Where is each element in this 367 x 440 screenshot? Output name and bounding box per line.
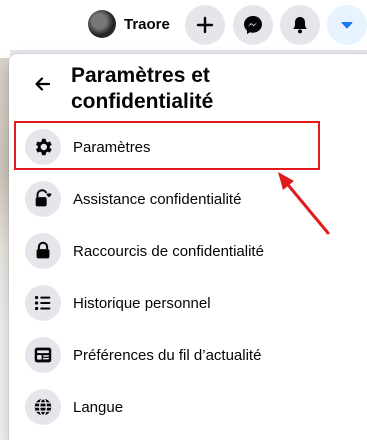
menu-item-label: Langue bbox=[73, 398, 124, 416]
lock-heart-icon bbox=[25, 181, 61, 217]
messenger-icon bbox=[244, 16, 262, 34]
profile-button[interactable]: Traore bbox=[84, 6, 182, 42]
notifications-button[interactable] bbox=[280, 5, 320, 45]
gear-icon bbox=[25, 129, 61, 165]
menu-item-label: Assistance confidentialité bbox=[73, 190, 242, 208]
annotation-arrow bbox=[278, 172, 330, 235]
lock-icon bbox=[25, 233, 61, 269]
list-icon bbox=[25, 285, 61, 321]
page-title: Paramètres et confidentialité bbox=[71, 64, 214, 113]
menu-item-label: Préférences du fil d’actualité bbox=[73, 346, 262, 364]
top-navigation-bar: Traore bbox=[0, 0, 367, 50]
menu-item-historique-personnel[interactable]: Historique personnel bbox=[17, 277, 359, 329]
menu-item-label: Paramètres bbox=[73, 138, 151, 156]
back-button[interactable] bbox=[25, 66, 61, 102]
bell-icon bbox=[293, 17, 307, 34]
account-menu-button[interactable] bbox=[327, 5, 367, 45]
create-button[interactable] bbox=[185, 5, 225, 45]
menu-item-langue[interactable]: Langue bbox=[17, 381, 359, 433]
menu-item-preferences-fil[interactable]: Préférences du fil d’actualité bbox=[17, 329, 359, 381]
menu-header: Paramètres et confidentialité bbox=[9, 54, 367, 118]
menu-item-label: Historique personnel bbox=[73, 294, 211, 312]
messenger-button[interactable] bbox=[233, 5, 273, 45]
feed-icon bbox=[25, 337, 61, 373]
chevron-down-icon bbox=[341, 22, 353, 29]
avatar bbox=[88, 10, 116, 38]
globe-icon bbox=[25, 389, 61, 425]
menu-item-label: Raccourcis de confidentialité bbox=[73, 242, 264, 260]
profile-name: Traore bbox=[124, 15, 170, 33]
settings-privacy-menu: Paramètres et confidentialité Paramètres… bbox=[9, 54, 367, 440]
plus-icon bbox=[196, 16, 214, 34]
arrow-left-icon bbox=[35, 77, 51, 91]
